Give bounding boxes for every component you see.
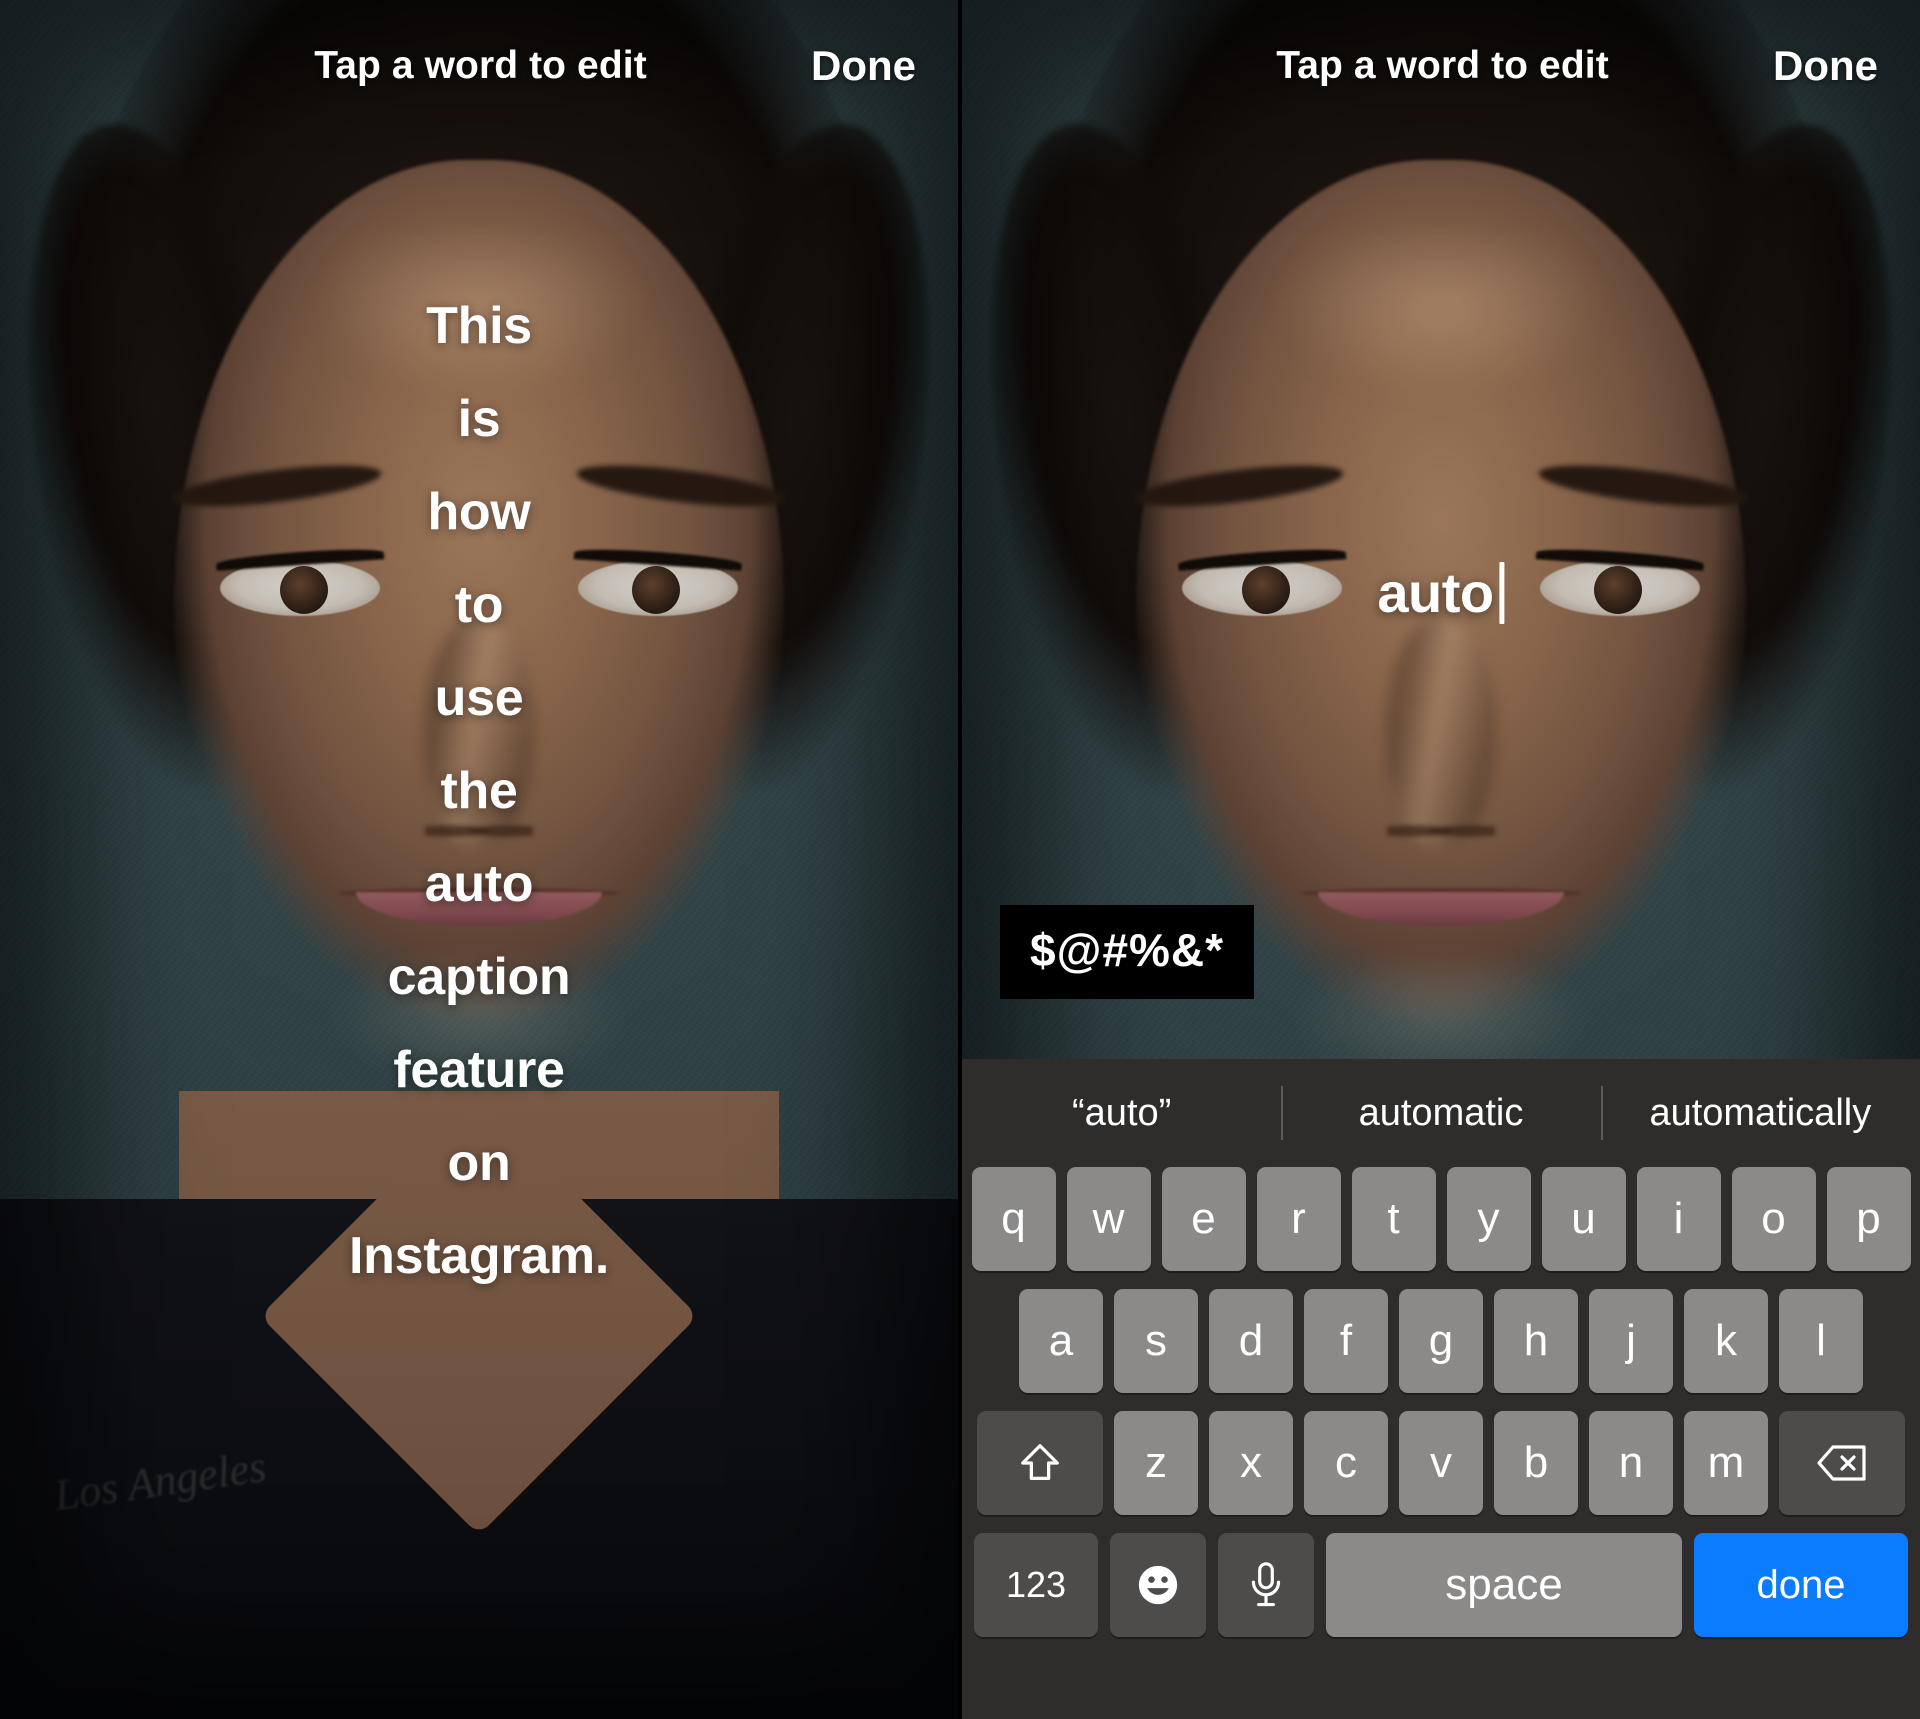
word-edit-field[interactable]: auto: [1377, 560, 1505, 625]
key-r[interactable]: r: [1256, 1167, 1341, 1271]
tap-a-word-hint-right: Tap a word to edit: [1276, 44, 1609, 87]
keyboard-suggestion[interactable]: automatic: [1281, 1092, 1600, 1135]
microphone-key[interactable]: [1218, 1533, 1314, 1637]
word-edit-value: auto: [1377, 561, 1494, 624]
numbers-key[interactable]: 123: [974, 1533, 1098, 1637]
space-key[interactable]: space: [1326, 1533, 1682, 1637]
key-z[interactable]: z: [1114, 1411, 1198, 1515]
keyboard-suggestion[interactable]: automatically: [1601, 1092, 1920, 1135]
text-cursor: [1499, 561, 1505, 624]
key-d[interactable]: d: [1209, 1289, 1293, 1393]
keyboard-row-3: zxcvbnm: [962, 1411, 1920, 1515]
key-j[interactable]: j: [1589, 1289, 1673, 1393]
key-g[interactable]: g: [1399, 1289, 1483, 1393]
emoji-key[interactable]: [1110, 1533, 1206, 1637]
key-k[interactable]: k: [1684, 1289, 1768, 1393]
caption-word[interactable]: feature: [393, 1044, 565, 1096]
key-w[interactable]: w: [1066, 1167, 1151, 1271]
key-n[interactable]: n: [1589, 1411, 1673, 1515]
backspace-icon: [1816, 1442, 1868, 1484]
censor-badge[interactable]: $@#%&*: [1000, 905, 1255, 999]
tap-a-word-hint-left: Tap a word to edit: [314, 44, 647, 87]
caption-word[interactable]: caption: [388, 951, 571, 1003]
key-s[interactable]: s: [1114, 1289, 1198, 1393]
key-v[interactable]: v: [1399, 1411, 1483, 1515]
key-p[interactable]: p: [1826, 1167, 1911, 1271]
screenshot-root: Los Angeles Tap a word to edit Done This…: [0, 0, 1920, 1719]
panel-right-editing: Tap a word to edit Done auto $@#%&* “aut…: [958, 0, 1920, 1719]
shift-key[interactable]: [977, 1411, 1103, 1515]
key-m[interactable]: m: [1684, 1411, 1768, 1515]
key-y[interactable]: y: [1446, 1167, 1531, 1271]
keyboard-row-3-letters: zxcvbnm: [1114, 1411, 1768, 1515]
caption-word[interactable]: Instagram.: [349, 1230, 609, 1282]
key-h[interactable]: h: [1494, 1289, 1578, 1393]
keyboard-row-1: qwertyuiop: [962, 1167, 1920, 1271]
key-b[interactable]: b: [1494, 1411, 1578, 1515]
shift-arrow-icon: [1017, 1440, 1063, 1486]
key-x[interactable]: x: [1209, 1411, 1293, 1515]
key-o[interactable]: o: [1731, 1167, 1816, 1271]
backspace-key[interactable]: [1779, 1411, 1905, 1515]
microphone-icon: [1246, 1561, 1286, 1609]
keyboard-suggestion[interactable]: “auto”: [962, 1092, 1281, 1135]
top-bar-right: Tap a word to edit Done: [962, 0, 1920, 132]
caption-word[interactable]: auto: [425, 858, 534, 910]
caption-word[interactable]: the: [440, 765, 517, 817]
key-q[interactable]: q: [971, 1167, 1056, 1271]
key-c[interactable]: c: [1304, 1411, 1388, 1515]
key-i[interactable]: i: [1636, 1167, 1721, 1271]
caption-word[interactable]: to: [455, 579, 504, 631]
keyboard-row-2: asdfghjkl: [962, 1289, 1920, 1393]
key-u[interactable]: u: [1541, 1167, 1626, 1271]
key-l[interactable]: l: [1779, 1289, 1863, 1393]
caption-word[interactable]: use: [435, 672, 524, 724]
caption-word-list: This is how to use the auto caption feature on Ins…: [0, 300, 958, 1323]
done-button-left[interactable]: Done: [805, 36, 922, 96]
key-a[interactable]: a: [1019, 1289, 1103, 1393]
key-e[interactable]: e: [1161, 1167, 1246, 1271]
emoji-smiley-icon: [1135, 1562, 1181, 1608]
suggestion-bar: “auto” automatic automatically: [962, 1059, 1920, 1167]
panel-left-caption-list: Los Angeles Tap a word to edit Done This…: [0, 0, 958, 1719]
keyboard-done-key[interactable]: done: [1694, 1533, 1908, 1637]
key-t[interactable]: t: [1351, 1167, 1436, 1271]
key-f[interactable]: f: [1304, 1289, 1388, 1393]
caption-word[interactable]: is: [458, 393, 501, 445]
top-bar-left: Tap a word to edit Done: [0, 0, 958, 132]
done-button-right[interactable]: Done: [1767, 36, 1884, 96]
caption-word[interactable]: on: [448, 1137, 511, 1189]
caption-word[interactable]: This: [426, 300, 532, 352]
caption-word[interactable]: how: [427, 486, 530, 538]
ios-keyboard: “auto” automatic automatically qwertyuiop …: [962, 1059, 1920, 1719]
keyboard-row-4: 123 space done: [962, 1533, 1920, 1637]
